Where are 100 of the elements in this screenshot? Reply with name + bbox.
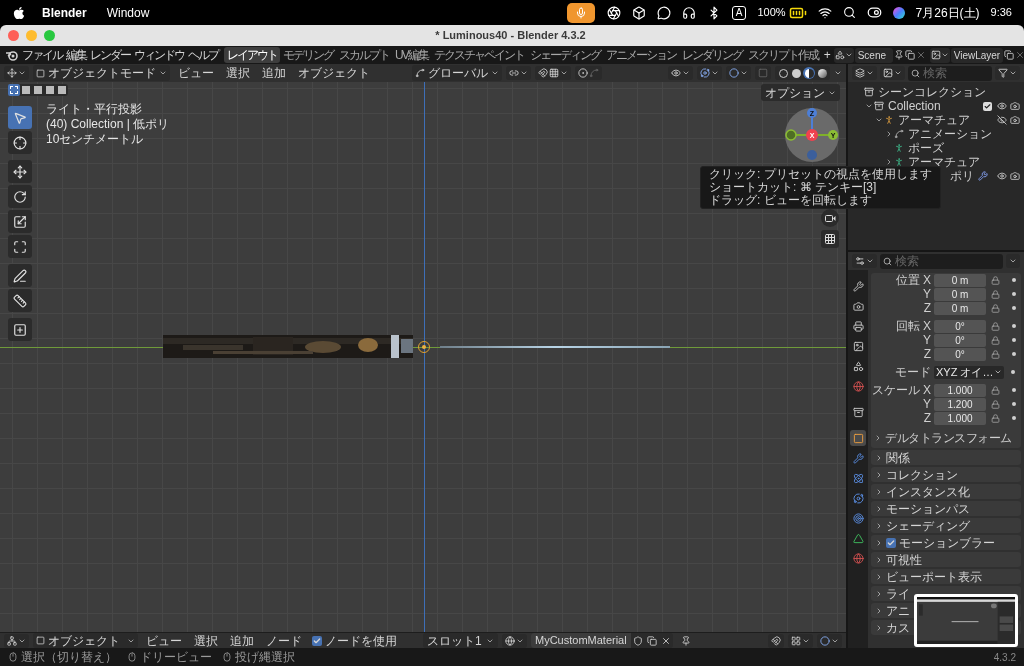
select-mode-button[interactable] <box>20 84 32 96</box>
menu-item[interactable]: ファイル <box>20 46 64 64</box>
workspace-tab[interactable]: UV編集 <box>392 47 431 63</box>
tool-button[interactable] <box>8 210 32 233</box>
select-mode-button[interactable] <box>8 84 20 96</box>
menu-item[interactable]: ビュー <box>174 64 218 82</box>
outliner-item[interactable]: ポリ <box>950 167 974 185</box>
input-source-indicator[interactable]: A <box>731 5 747 20</box>
number-field[interactable]: 0 m <box>934 273 986 287</box>
proportional-button[interactable] <box>575 66 602 80</box>
menu-item[interactable]: 編集 <box>64 46 88 64</box>
close-icon[interactable] <box>1014 50 1024 60</box>
siri-icon[interactable] <box>892 6 905 19</box>
gizmo-button[interactable] <box>697 66 722 80</box>
overlay-button[interactable] <box>726 66 751 80</box>
visibility-button[interactable] <box>668 66 693 80</box>
properties-tab[interactable] <box>850 550 866 566</box>
material-browse-button[interactable] <box>502 633 527 648</box>
workspace-tab[interactable]: シェーディング <box>526 47 603 63</box>
menu-item[interactable]: オブジェクト <box>294 64 374 82</box>
scene-field[interactable]: Scene <box>854 47 893 63</box>
properties-tab[interactable] <box>850 378 866 394</box>
slot-dropdown[interactable]: スロット1 <box>423 633 498 648</box>
number-field[interactable]: 0° <box>934 333 986 347</box>
tool-button[interactable] <box>8 289 32 312</box>
use-nodes-checkbox[interactable] <box>312 635 322 646</box>
search-icon[interactable] <box>842 6 856 19</box>
lock-icon[interactable] <box>991 321 1000 331</box>
menu-item[interactable]: レンダー <box>88 46 132 64</box>
tool-button[interactable] <box>8 264 32 287</box>
scene-selector[interactable] <box>833 47 854 63</box>
fake-user-icon[interactable] <box>632 635 643 646</box>
menu-item[interactable]: ヘルプ <box>186 46 220 64</box>
orientation-dropdown[interactable]: グローバル <box>412 65 502 81</box>
tool-button[interactable] <box>8 131 32 154</box>
lock-icon[interactable] <box>991 413 1000 423</box>
lock-icon[interactable] <box>991 303 1000 313</box>
camera-icon[interactable] <box>1010 115 1020 125</box>
menu-item[interactable]: 選択 <box>190 631 222 650</box>
snap-button[interactable] <box>535 66 571 80</box>
shading-mode-button[interactable] <box>803 67 815 79</box>
eye-icon[interactable] <box>997 101 1007 111</box>
display-mode-button[interactable] <box>880 66 905 80</box>
control-center-icon[interactable] <box>866 5 882 20</box>
subpanel-title[interactable]: デルタトランスフォーム <box>885 428 1012 447</box>
tool-button[interactable] <box>8 185 32 208</box>
select-mode-button[interactable] <box>44 84 56 96</box>
tool-button[interactable] <box>8 318 32 341</box>
material-name-field[interactable]: MyCustomMaterial <box>531 633 631 648</box>
exclude-checkbox[interactable] <box>983 101 992 111</box>
snap-button[interactable] <box>768 633 784 648</box>
menu-item[interactable]: 追加 <box>258 64 290 82</box>
view-layer-field[interactable]: ViewLayer <box>950 47 1003 63</box>
shader-type-dropdown[interactable]: オブジェクト <box>33 633 138 648</box>
collapse-caret-icon[interactable] <box>874 433 882 442</box>
overlay-button[interactable] <box>817 633 842 648</box>
lock-icon[interactable] <box>991 349 1000 359</box>
apple-logo-icon[interactable] <box>12 5 26 20</box>
copy-icon[interactable] <box>1003 50 1014 60</box>
camera-icon[interactable] <box>1010 171 1020 181</box>
headphones-icon[interactable] <box>681 5 696 20</box>
aperture-icon[interactable] <box>606 5 621 20</box>
tool-button[interactable] <box>8 235 32 258</box>
number-field[interactable]: 0 m <box>934 287 986 301</box>
lock-icon[interactable] <box>991 289 1000 299</box>
menubar-time[interactable]: 9:36 <box>990 4 1012 21</box>
shading-mode-button[interactable] <box>816 67 828 79</box>
eye-icon[interactable] <box>997 171 1007 181</box>
search-field[interactable]: 検索 <box>880 253 1003 269</box>
lock-icon[interactable] <box>991 275 1000 285</box>
workspace-tab[interactable]: レイアウト <box>224 47 280 63</box>
menu-item[interactable]: ウィンドウ <box>132 46 186 64</box>
view-layer-selector[interactable] <box>929 47 950 63</box>
properties-tab[interactable] <box>850 510 866 526</box>
blender-logo-icon[interactable] <box>5 49 18 61</box>
app-menu[interactable]: Blender <box>42 3 87 22</box>
chat-icon[interactable] <box>656 5 671 20</box>
tool-button[interactable] <box>8 160 32 183</box>
copy-icon[interactable] <box>646 635 657 646</box>
tool-button[interactable] <box>8 106 32 129</box>
add-workspace-button[interactable]: + <box>820 47 834 63</box>
expand-caret-icon[interactable] <box>875 116 883 124</box>
menu-item[interactable]: ビュー <box>142 631 186 650</box>
lock-icon[interactable] <box>991 335 1000 345</box>
lock-icon[interactable] <box>991 385 1000 395</box>
editor-type-button[interactable] <box>4 633 29 648</box>
pin-icon[interactable] <box>680 635 691 646</box>
close-icon[interactable] <box>660 635 671 646</box>
workspace-tab[interactable]: モデリング <box>280 47 336 63</box>
rotation-mode-dropdown[interactable]: XYZ オイ… <box>934 365 1004 379</box>
search-field[interactable]: 検索 <box>908 65 992 81</box>
caret-icon[interactable] <box>834 69 842 77</box>
menu-item[interactable]: Window <box>106 3 150 22</box>
pin-icon[interactable] <box>893 50 904 60</box>
menubar-date[interactable]: 7月26日(土) <box>915 3 980 22</box>
camera-icon[interactable] <box>1010 101 1020 111</box>
scene-icon[interactable] <box>834 50 845 60</box>
workspace-tab[interactable]: テクスチャペイント <box>430 47 527 63</box>
panel-checkbox[interactable] <box>886 537 896 548</box>
number-field[interactable]: 1.000 <box>934 383 986 397</box>
